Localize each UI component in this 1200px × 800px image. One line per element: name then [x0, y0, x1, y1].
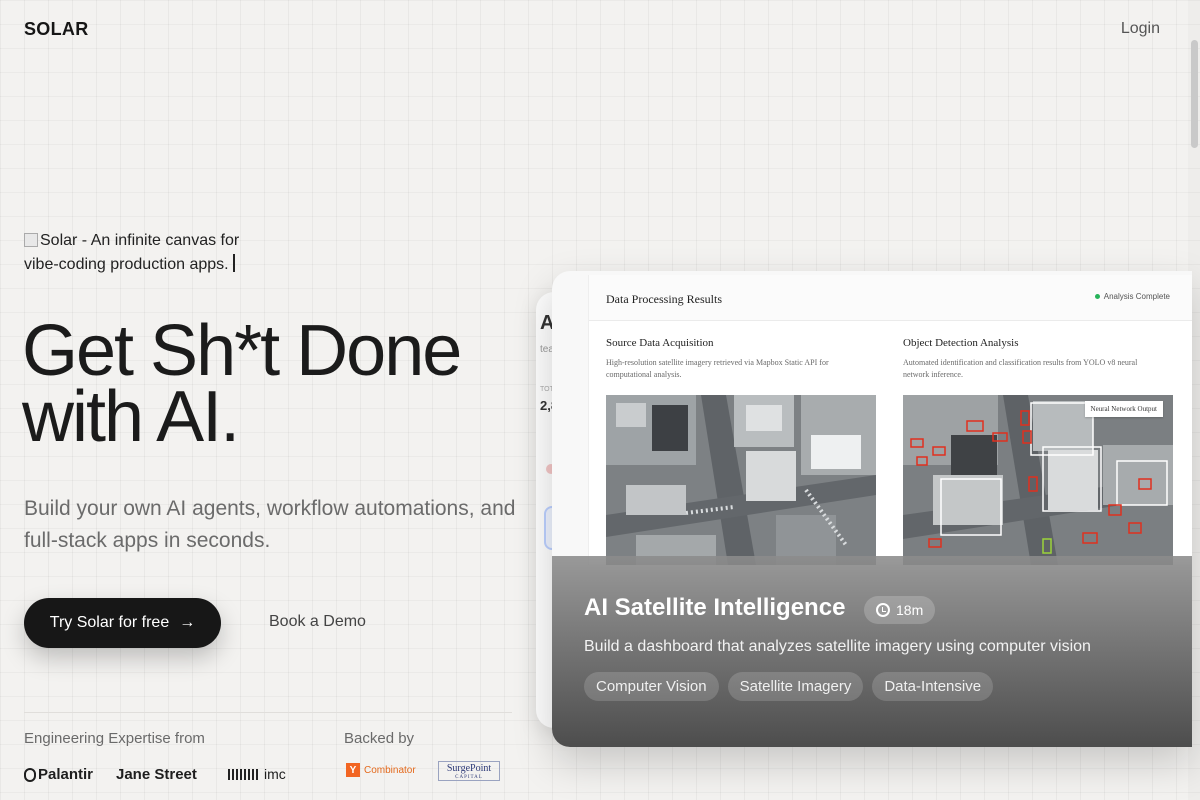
book-demo-button[interactable]: Book a Demo: [269, 613, 366, 631]
headline-line-1: Get Sh*t Done: [22, 311, 462, 391]
headline-line-2: with AI.: [22, 377, 240, 457]
section-detection-desc: Automated identification and classificat…: [903, 358, 1138, 379]
imc-bars-icon: [228, 768, 260, 780]
clock-icon: [876, 603, 890, 617]
try-solar-button[interactable]: Try Solar for free →: [24, 598, 221, 648]
try-solar-label: Try Solar for free: [49, 614, 170, 631]
hero-image-alt: Solar - An infinite canvas for vibe-codi…: [24, 229, 274, 277]
jane-street-logo: Jane Street: [116, 766, 197, 783]
top-nav: SOLAR Login: [0, 0, 1200, 60]
yc-mark-icon: Y: [346, 763, 360, 777]
backed-caption: Backed by: [344, 730, 415, 747]
palantir-logo: Palantir: [24, 766, 93, 783]
expertise-caption: Engineering Expertise from: [24, 730, 205, 747]
status-dot-icon: [1094, 294, 1100, 299]
project-title: AI Satellite Intelligence: [584, 594, 846, 621]
tag-data-intensive[interactable]: Data-Intensive: [872, 672, 994, 701]
hero-image-alt-text: Solar - An infinite canvas for vibe-codi…: [24, 232, 240, 273]
imc-logo: IMC: [228, 766, 286, 782]
arrow-right-icon: →: [179, 614, 196, 631]
tag-computer-vision[interactable]: Computer Vision: [584, 672, 719, 701]
detection-output-image: Neural Network Output: [903, 395, 1173, 565]
section-source-title: Source Data Acquisition: [606, 337, 714, 349]
section-source-desc: High-resolution satellite imagery retrie…: [606, 358, 829, 379]
surgepoint-logo: SurgePoint CAPITAL: [438, 761, 500, 781]
section-detection-title: Object Detection Analysis: [903, 337, 1019, 349]
hero-subheading: Build your own AI agents, workflow autom…: [24, 497, 516, 552]
section-divider: [24, 712, 512, 713]
preview-title: Data Processing Results: [606, 292, 722, 306]
project-tags: Computer Vision Satellite Imagery Data-I…: [584, 672, 994, 701]
project-info-overlay: AI Satellite Intelligence 18m Build a da…: [552, 556, 1192, 747]
project-preview: Data Processing Results Analysis Complet…: [588, 275, 1192, 565]
duration-badge: 18m: [864, 596, 936, 624]
text-cursor: [232, 254, 235, 272]
login-link[interactable]: Login: [1121, 20, 1160, 38]
y-combinator-logo: Y Combinator: [346, 763, 416, 777]
nn-output-label: Neural Network Output: [1084, 401, 1163, 417]
satellite-image: [606, 395, 876, 565]
status-badge: Analysis Complete: [1094, 292, 1170, 301]
preview-header: Data Processing Results Analysis Complet…: [589, 275, 1192, 321]
project-showcase-card[interactable]: Data Processing Results Analysis Complet…: [552, 271, 1192, 747]
scrollbar-thumb[interactable]: [1191, 40, 1198, 148]
hero-headline: Get Sh*t Done with AI.: [22, 311, 542, 457]
palantir-glyph-icon: [24, 767, 36, 782]
tag-satellite-imagery[interactable]: Satellite Imagery: [727, 672, 864, 701]
project-description: Build a dashboard that analyzes satellit…: [584, 638, 1091, 655]
broken-image-icon: [24, 233, 38, 247]
brand-logo[interactable]: SOLAR: [24, 19, 89, 40]
